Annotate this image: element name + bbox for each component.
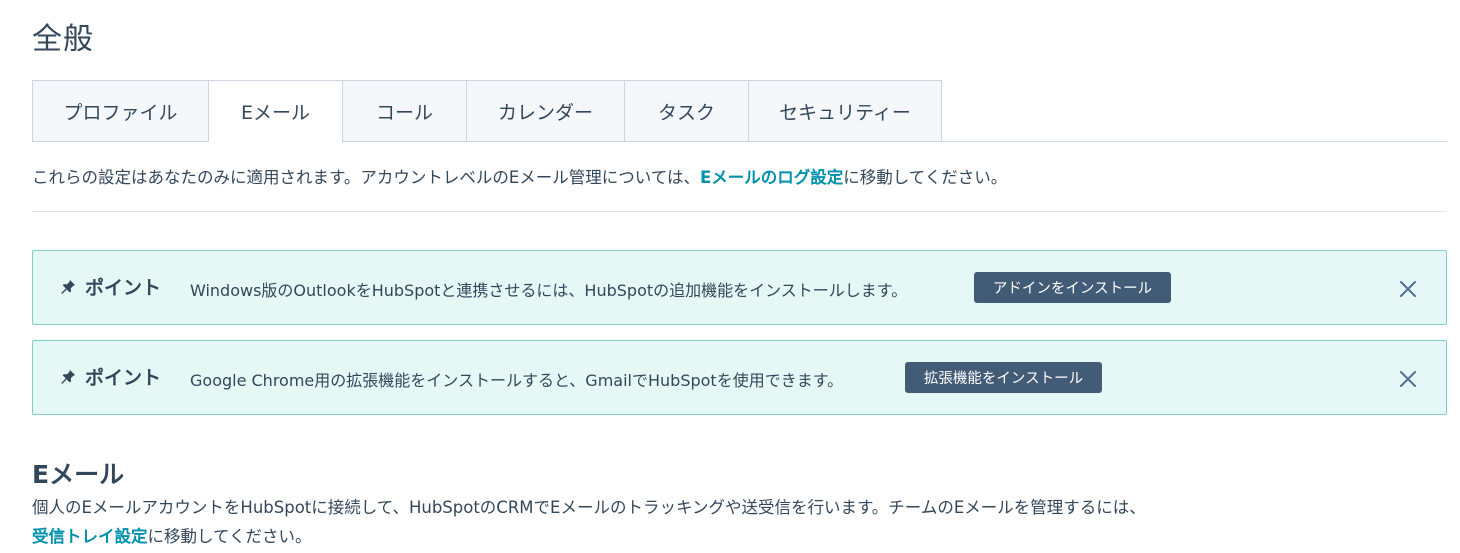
tab-label: セキュリティー xyxy=(779,101,911,124)
tab-bar: プロファイル Eメール コール カレンダー タスク セキュリティー xyxy=(32,80,1447,143)
tip-text: Google Chrome用の拡張機能をインストールすると、GmailでHubS… xyxy=(190,371,844,390)
close-icon[interactable] xyxy=(1398,369,1418,389)
email-section-description: 個人のEメールアカウントをHubSpotに接続して、HubSpotのCRMでEメ… xyxy=(32,493,1152,551)
intro-text: これらの設定はあなたのみに適用されます。アカウントレベルのEメール管理については… xyxy=(32,164,1447,188)
settings-page: 全般 プロファイル Eメール コール カレンダー タスク セキュリティー これら… xyxy=(0,0,1460,553)
divider xyxy=(32,211,1447,212)
tab-security[interactable]: セキュリティー xyxy=(749,80,942,142)
tip-label-text: ポイント xyxy=(85,367,162,389)
install-addin-button[interactable]: アドインをインストール xyxy=(974,272,1171,303)
tip-text: Windows版のOutlookをHubSpotと連携させるには、HubSpot… xyxy=(190,281,908,300)
tab-label: カレンダー xyxy=(497,101,593,124)
install-extension-button[interactable]: 拡張機能をインストール xyxy=(905,362,1102,393)
tab-task[interactable]: タスク xyxy=(625,80,749,142)
tip-chrome: ポイント Google Chrome用の拡張機能をインストールすると、Gmail… xyxy=(32,340,1447,415)
tab-profile[interactable]: プロファイル xyxy=(32,80,209,142)
tab-calendar[interactable]: カレンダー xyxy=(467,80,625,142)
tip-label: ポイント xyxy=(59,363,161,390)
tip-label: ポイント xyxy=(59,273,161,300)
tip-outlook: ポイント Windows版のOutlookをHubSpotと連携させるには、Hu… xyxy=(32,250,1447,325)
pin-icon xyxy=(61,369,76,384)
tab-email[interactable]: Eメール xyxy=(209,80,343,143)
tab-label: タスク xyxy=(657,101,715,124)
page-title: 全般 xyxy=(32,22,94,57)
tab-label: Eメール xyxy=(240,102,310,124)
desc-before: 個人のEメールアカウントをHubSpotに接続して、HubSpotのCRMでEメ… xyxy=(32,498,1146,517)
tip-label-text: ポイント xyxy=(85,277,162,299)
close-icon[interactable] xyxy=(1398,279,1418,299)
email-section-title: Eメール xyxy=(32,460,125,489)
tab-label: プロファイル xyxy=(63,101,178,124)
intro-before: これらの設定はあなたのみに適用されます。アカウントレベルのEメール管理については… xyxy=(32,168,700,187)
tab-call[interactable]: コール xyxy=(343,80,467,142)
pin-icon xyxy=(61,279,76,294)
email-log-settings-link[interactable]: Eメールのログ設定 xyxy=(700,168,843,187)
tab-label: コール xyxy=(375,101,433,124)
inbox-settings-link[interactable]: 受信トレイ設定 xyxy=(32,527,148,546)
desc-after: に移動してください。 xyxy=(147,527,312,546)
intro-after: に移動してください。 xyxy=(843,168,1008,187)
